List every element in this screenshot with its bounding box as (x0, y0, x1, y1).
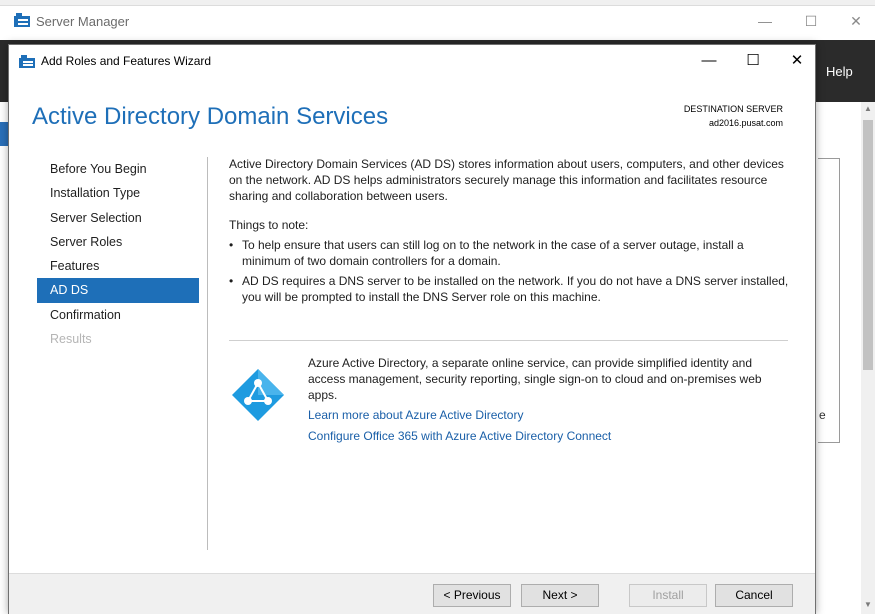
server-manager-titlebar: Server Manager — ☐ ✕ (0, 0, 875, 40)
cancel-button[interactable]: Cancel (715, 584, 793, 607)
bullet-icon: • (229, 238, 234, 252)
nav-item-results: Results (50, 332, 92, 347)
destination-server-label: DESTINATION SERVER (683, 104, 783, 114)
scroll-up-icon[interactable]: ▲ (861, 104, 875, 116)
wizard-titlebar: Add Roles and Features Wizard — ☐ ✕ (9, 45, 815, 77)
notes-heading: Things to note: (229, 218, 309, 232)
previous-button[interactable]: < Previous (433, 584, 511, 607)
nav-item-server-roles[interactable]: Server Roles (37, 230, 199, 254)
note-text: To help ensure that users can still log … (242, 238, 744, 268)
wizard-minimize-button[interactable]: — (691, 49, 727, 73)
note-item: • To help ensure that users can still lo… (229, 237, 791, 269)
note-item: • AD DS requires a DNS server to be inst… (229, 273, 791, 305)
nav-item-server-selection[interactable]: Server Selection (37, 206, 199, 230)
bullet-icon: • (229, 274, 234, 288)
section-divider (229, 340, 788, 341)
learn-azure-ad-link[interactable]: Learn more about Azure Active Directory (308, 408, 523, 422)
sm-minimize-button[interactable]: — (750, 9, 780, 33)
sm-maximize-button[interactable]: ☐ (796, 9, 826, 33)
sm-panel (818, 158, 840, 443)
note-text: AD DS requires a DNS server to be instal… (242, 274, 789, 304)
nav-divider (207, 157, 208, 550)
content-area: Active Directory Domain Services (AD DS)… (229, 156, 791, 309)
help-menu[interactable]: Help (826, 64, 853, 79)
nav-item-features[interactable]: Features (37, 254, 199, 278)
scroll-down-icon[interactable]: ▼ (861, 600, 875, 612)
sm-panel-text: e (819, 408, 826, 422)
wizard-nav: Before You Begin Installation Type Serve… (37, 157, 199, 351)
destination-server-value: ad2016.pusat.com (708, 118, 783, 128)
server-manager-icon (14, 13, 30, 27)
nav-item-confirmation[interactable]: Confirmation (37, 303, 199, 327)
wizard-close-button[interactable]: ✕ (779, 49, 815, 73)
wizard-icon (19, 55, 35, 68)
wizard-footer: < Previous Next > Install Cancel (9, 573, 815, 614)
configure-office365-link[interactable]: Configure Office 365 with Azure Active D… (308, 429, 611, 443)
nav-item-before-you-begin[interactable]: Before You Begin (37, 157, 199, 181)
sm-scroll-thumb[interactable] (863, 120, 873, 370)
install-button: Install (629, 584, 707, 607)
wizard-title: Add Roles and Features Wizard (41, 54, 212, 68)
wizard-maximize-button[interactable]: ☐ (735, 49, 771, 73)
page-title: Active Directory Domain Services (32, 103, 389, 130)
server-manager-title: Server Manager (36, 14, 130, 29)
wizard-window: Add Roles and Features Wizard — ☐ ✕ Acti… (8, 44, 816, 614)
sm-close-button[interactable]: ✕ (841, 9, 871, 33)
next-button[interactable]: Next > (521, 584, 599, 607)
background-strip (0, 0, 875, 6)
azure-active-directory-icon (232, 369, 284, 421)
intro-paragraph: Active Directory Domain Services (AD DS)… (229, 157, 784, 203)
azure-description: Azure Active Directory, a separate onlin… (308, 356, 762, 402)
nav-item-installation-type[interactable]: Installation Type (37, 181, 199, 205)
nav-item-ad-ds[interactable]: AD DS (37, 278, 199, 303)
